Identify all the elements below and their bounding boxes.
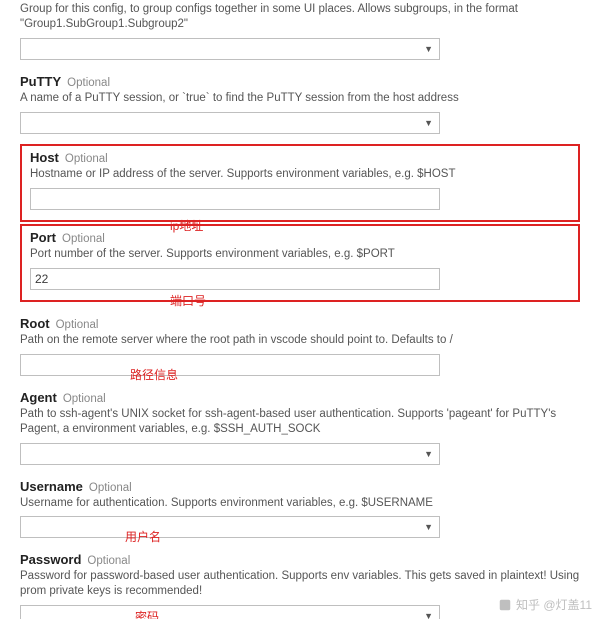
group-select[interactable] — [20, 38, 440, 60]
password-desc: Password for password-based user authent… — [20, 569, 580, 599]
username-desc: Username for authentication. Supports en… — [20, 496, 580, 511]
zhihu-icon — [498, 598, 512, 612]
root-input[interactable] — [20, 354, 440, 376]
putty-desc: A name of a PuTTY session, or `true` to … — [20, 91, 580, 106]
field-putty: PuTTY Optional A name of a PuTTY session… — [20, 74, 580, 134]
agent-label: Agent — [20, 390, 57, 405]
password-label: Password — [20, 552, 81, 567]
group-desc: Group for this config, to group configs … — [20, 0, 580, 32]
agent-desc: Path to ssh-agent's UNIX socket for ssh-… — [20, 407, 580, 437]
field-password: Password Optional Password for password-… — [20, 552, 580, 619]
field-root: Root Optional Path on the remote server … — [20, 316, 580, 376]
host-highlight-box: Host Optional Hostname or IP address of … — [20, 144, 580, 222]
root-label: Root — [20, 316, 50, 331]
putty-optional: Optional — [67, 77, 110, 89]
port-input[interactable]: 22 — [30, 268, 440, 290]
username-label: Username — [20, 479, 83, 494]
password-select[interactable] — [20, 605, 440, 619]
watermark-text: 知乎 @灯盖11 — [516, 596, 592, 613]
password-optional: Optional — [87, 555, 130, 567]
host-desc: Hostname or IP address of the server. Su… — [30, 167, 570, 182]
host-optional: Optional — [65, 153, 108, 165]
watermark: 知乎 @灯盖11 — [498, 596, 592, 613]
agent-select[interactable] — [20, 443, 440, 465]
host-label: Host — [30, 150, 59, 165]
port-desc: Port number of the server. Supports envi… — [30, 247, 570, 262]
host-input[interactable] — [30, 188, 440, 210]
username-optional: Optional — [89, 482, 132, 494]
port-highlight-box: Port Optional Port number of the server.… — [20, 224, 580, 302]
field-host: Host Optional Hostname or IP address of … — [30, 150, 570, 210]
root-optional: Optional — [56, 319, 99, 331]
port-label: Port — [30, 230, 56, 245]
field-agent: Agent Optional Path to ssh-agent's UNIX … — [20, 390, 580, 465]
putty-select[interactable] — [20, 112, 440, 134]
putty-label: PuTTY — [20, 74, 61, 89]
root-desc: Path on the remote server where the root… — [20, 333, 580, 348]
username-select[interactable] — [20, 516, 440, 538]
port-optional: Optional — [62, 233, 105, 245]
agent-optional: Optional — [63, 393, 106, 405]
field-port: Port Optional Port number of the server.… — [30, 230, 570, 290]
field-username: Username Optional Username for authentic… — [20, 479, 580, 539]
